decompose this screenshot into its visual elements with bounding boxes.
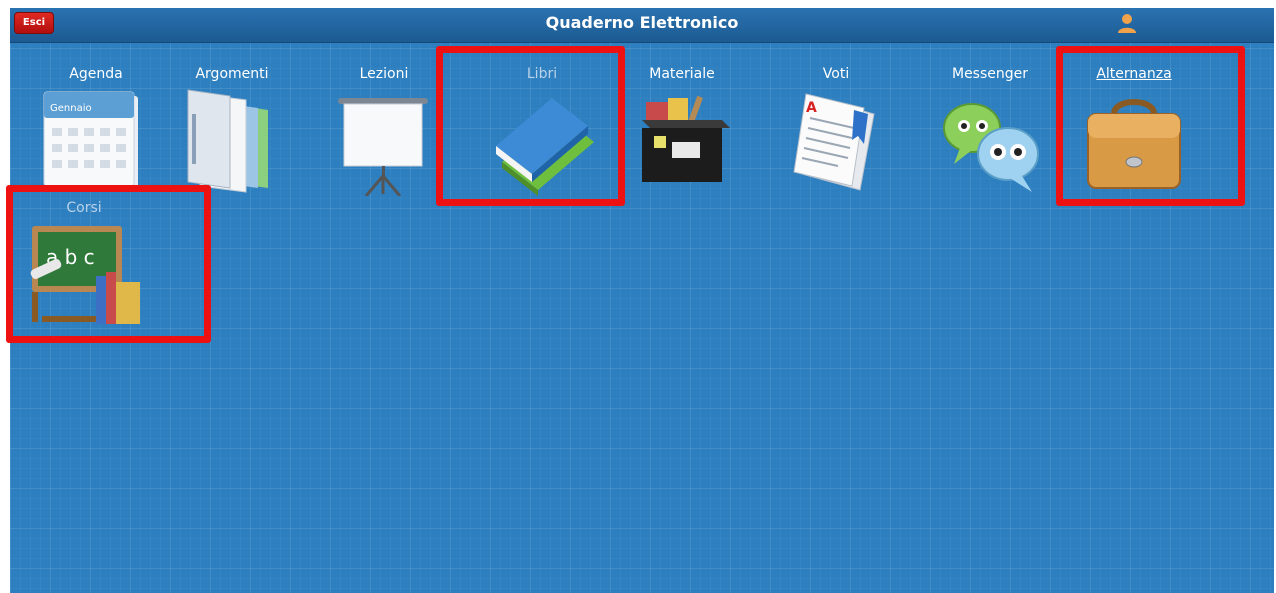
tile-materiale[interactable]: Materiale <box>612 64 752 199</box>
folders-icon <box>187 89 268 193</box>
projector-screen-icon <box>338 98 428 196</box>
tile-lezioni[interactable]: Lezioni <box>314 64 454 199</box>
chat-bubbles-icon <box>943 103 1039 192</box>
briefcase-icon <box>1087 99 1181 189</box>
chalkboard-icon: a b c <box>30 226 140 324</box>
tile-libri-label: Libri <box>526 66 558 82</box>
tile-alternanza[interactable]: Alternanza <box>1064 64 1204 199</box>
storage-box-icon <box>642 95 730 182</box>
tile-alternanza-label: Alternanza <box>1096 66 1172 82</box>
calendar-month: Gennaio <box>50 103 92 114</box>
tile-voti-label: Voti <box>822 66 850 82</box>
svg-text:A: A <box>806 100 817 116</box>
tile-corsi-label: Corsi <box>66 200 102 216</box>
tile-argomenti-label: Argomenti <box>195 66 269 82</box>
app-title: Quaderno Elettronico <box>545 13 739 32</box>
tile-lezioni-label: Lezioni <box>359 66 409 82</box>
calendar-icon: Gennaio <box>43 91 138 188</box>
tile-corsi[interactable]: Corsi a b c <box>14 198 154 333</box>
tile-argomenti[interactable]: Argomenti <box>162 64 302 199</box>
tile-materiale-label: Materiale <box>649 66 715 82</box>
tile-libri[interactable]: Libri <box>472 64 612 199</box>
tile-agenda-label: Agenda <box>69 66 123 82</box>
tile-messenger[interactable]: Messenger <box>920 64 1060 199</box>
tile-voti[interactable]: Voti A <box>766 64 906 199</box>
graded-paper-icon: A <box>793 93 875 191</box>
books-icon <box>496 98 594 196</box>
header-bar: Esci Quaderno Elettronico <box>10 8 1274 43</box>
tile-agenda[interactable]: Agenda Gennaio <box>26 64 166 199</box>
tile-messenger-label: Messenger <box>951 66 1029 82</box>
user-icon[interactable] <box>1116 12 1138 34</box>
app-window: Esci Quaderno Elettronico Agenda Gennaio… <box>10 8 1274 593</box>
